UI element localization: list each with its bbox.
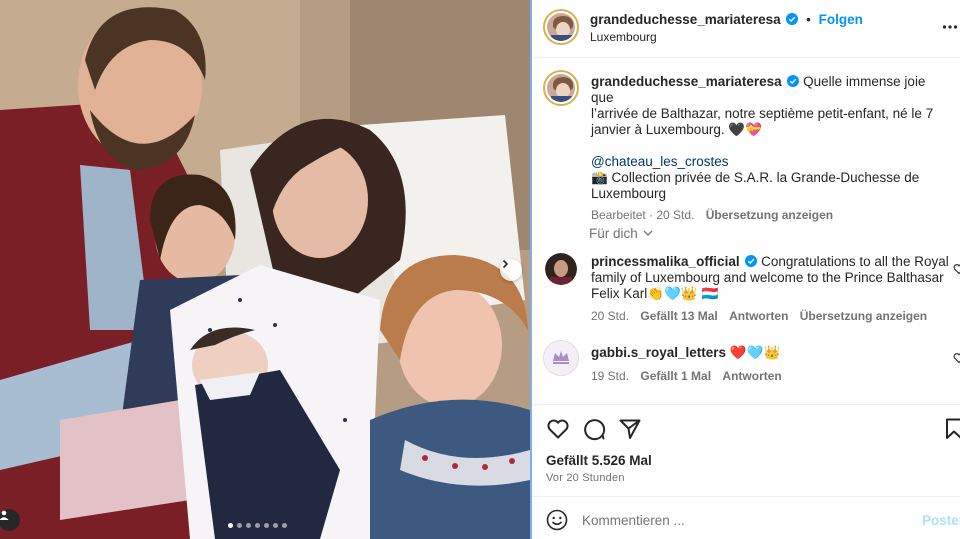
comment-text: Felix Karl👏🩵👑 🇱🇺 xyxy=(591,286,719,301)
comment-avatar[interactable] xyxy=(543,340,579,376)
post-actions: Gefällt 5.526 Mal Vor 20 Stunden xyxy=(532,404,960,496)
comment-item: gabbi.s_royal_letters ❤️🩵👑 19 Std. Gefäl… xyxy=(591,345,951,384)
caption: grandeduchesse_mariateresa Quelle immens… xyxy=(591,74,951,223)
emoji-button[interactable] xyxy=(546,509,568,536)
separator-dot: • xyxy=(806,12,811,27)
comment-time: 19 Std. xyxy=(591,369,630,383)
post-comment-button[interactable]: Posten xyxy=(922,513,960,528)
post-sidebar: grandeduchesse_mariateresa • Folgen Luxe… xyxy=(532,0,960,539)
likes-count[interactable]: Gefällt 5.526 Mal xyxy=(546,453,652,468)
carousel-next-button[interactable] xyxy=(500,259,522,281)
comment-reply-button[interactable]: Antworten xyxy=(729,309,788,323)
avatar-image xyxy=(544,341,578,375)
avatar-image xyxy=(545,253,577,285)
comment-translate-link[interactable]: Übersetzung anzeigen xyxy=(800,309,927,323)
avatar-image xyxy=(547,13,575,41)
carousel-dot xyxy=(228,523,233,528)
caption-credit: 📸 Collection privée de S.A.R. la Grande-… xyxy=(591,170,920,185)
verified-badge-icon xyxy=(745,255,758,267)
comment-username[interactable]: gabbi.s_royal_letters xyxy=(591,345,726,360)
comment-composer: Posten xyxy=(532,496,960,539)
comment-input[interactable] xyxy=(582,509,902,531)
carousel-indicator xyxy=(228,523,287,528)
user-icon xyxy=(0,510,9,520)
carousel-dot xyxy=(246,523,251,528)
carousel-dot xyxy=(237,523,242,528)
more-options-button[interactable] xyxy=(942,19,958,40)
caption-text: janvier à Luxembourg. 🖤💝 xyxy=(591,122,762,137)
comment-reply-button[interactable]: Antworten xyxy=(722,369,781,383)
bookmark-icon xyxy=(946,418,960,439)
post-photo[interactable] xyxy=(0,0,530,539)
caption-mention-link[interactable]: @chateau_les_crostes xyxy=(591,154,951,170)
comment-likes[interactable]: Gefällt 13 Mal xyxy=(640,309,717,323)
for-you-toggle[interactable]: Für dich xyxy=(589,226,654,241)
comment-username[interactable]: princessmalika_official xyxy=(591,254,740,269)
like-button[interactable] xyxy=(546,417,570,446)
caption-translate-link[interactable]: Übersetzung anzeigen xyxy=(706,208,833,222)
heart-icon xyxy=(953,264,960,275)
carousel-dot xyxy=(255,523,260,528)
verified-badge-icon xyxy=(787,75,800,87)
share-button[interactable] xyxy=(618,417,642,446)
smiley-icon xyxy=(546,509,568,531)
comment-likes[interactable]: Gefällt 1 Mal xyxy=(640,369,711,383)
comment-text: Congratulations to all the Royal xyxy=(761,254,949,269)
comment-like-button[interactable] xyxy=(953,351,960,369)
save-button[interactable] xyxy=(944,417,960,446)
caption-username[interactable]: grandeduchesse_mariateresa xyxy=(591,74,782,89)
comment-like-button[interactable] xyxy=(953,262,960,280)
avatar-image xyxy=(547,74,575,102)
comment-avatar[interactable] xyxy=(545,253,577,285)
post-timestamp[interactable]: Vor 20 Stunden xyxy=(546,472,625,484)
chevron-down-icon xyxy=(643,230,653,236)
comment-time: 20 Std. xyxy=(591,309,630,323)
author-avatar[interactable] xyxy=(543,9,579,45)
post-location[interactable]: Luxembourg xyxy=(590,30,657,44)
caption-credit: Luxembourg xyxy=(591,186,667,201)
caption-line: grandeduchesse_mariateresa Quelle immens… xyxy=(591,74,951,106)
send-icon xyxy=(619,419,641,439)
caption-avatar[interactable] xyxy=(543,70,579,106)
crown-logo-icon xyxy=(553,351,569,364)
heart-icon xyxy=(953,353,960,364)
carousel-dot xyxy=(264,523,269,528)
follow-button[interactable]: Folgen xyxy=(819,12,863,27)
caption-text: l’arrivée de Balthazar, notre septième p… xyxy=(591,106,934,121)
chevron-right-icon xyxy=(502,259,509,269)
verified-badge-icon xyxy=(786,13,799,25)
caption-edited-time: Bearbeitet · 20 Std. xyxy=(591,208,695,222)
carousel-dot xyxy=(273,523,278,528)
for-you-label: Für dich xyxy=(589,226,638,241)
heart-icon xyxy=(547,419,569,439)
comment-item: princessmalika_official Congratulations … xyxy=(591,254,951,324)
comment-text: ❤️🩵👑 xyxy=(729,345,781,360)
header-user-row: grandeduchesse_mariateresa • Folgen xyxy=(590,12,863,28)
family-photo xyxy=(0,0,530,539)
comment-bubble-icon xyxy=(584,419,606,441)
comment-text: family of Luxembourg and welcome to the … xyxy=(591,270,944,285)
carousel-dot xyxy=(282,523,287,528)
author-username[interactable]: grandeduchesse_mariateresa xyxy=(590,12,781,27)
comment-button[interactable] xyxy=(582,417,606,446)
more-horizontal-icon xyxy=(942,25,958,29)
post-header: grandeduchesse_mariateresa • Folgen Luxe… xyxy=(532,0,960,58)
